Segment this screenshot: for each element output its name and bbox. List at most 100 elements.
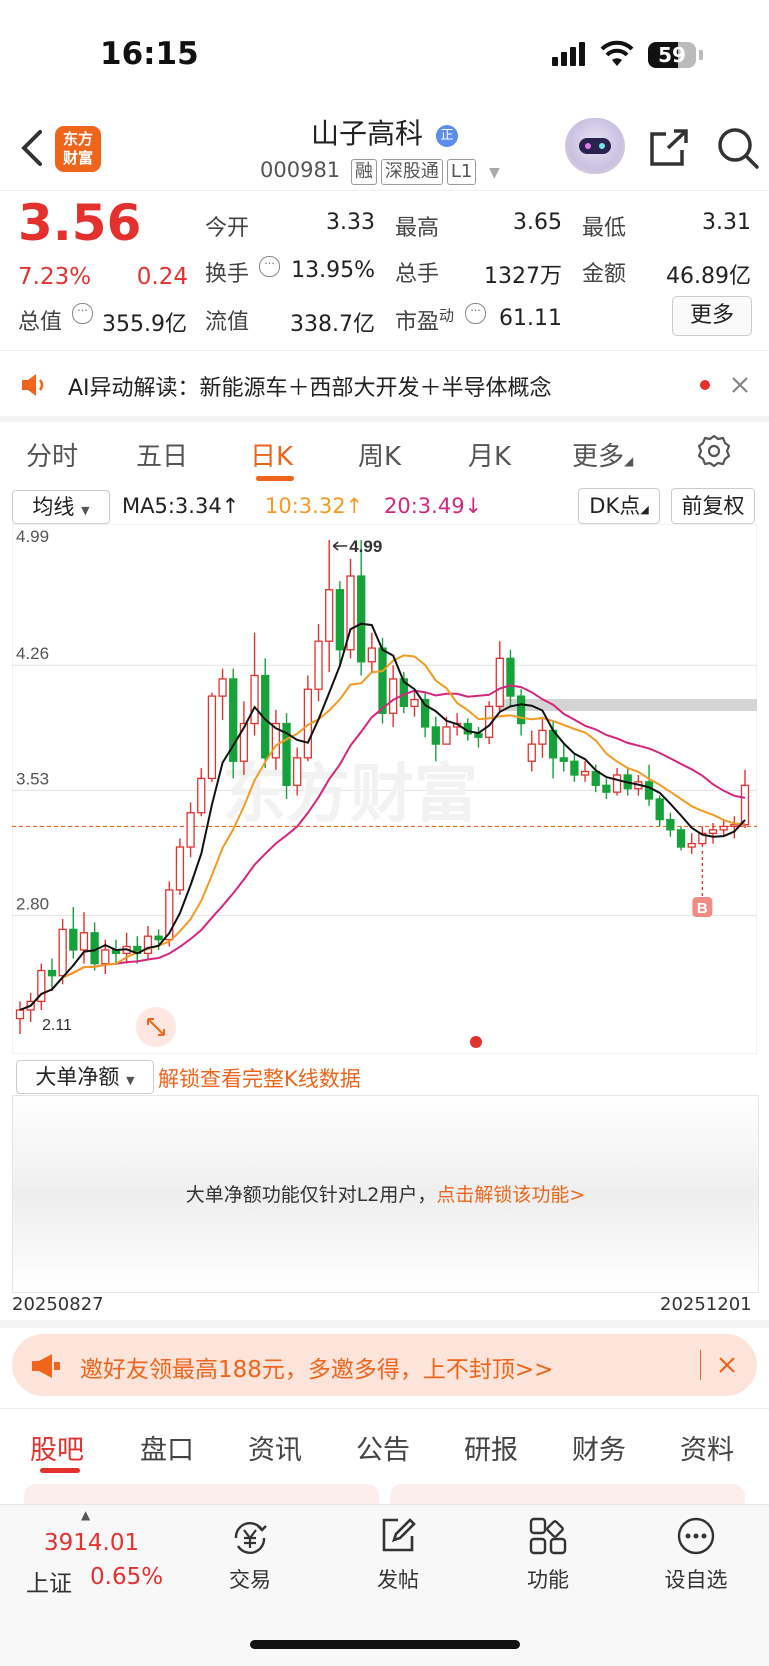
adjust-price-button[interactable]: 前复权 [671, 488, 755, 524]
tabs-top-divider [0, 1408, 769, 1409]
close-icon[interactable] [730, 375, 750, 395]
close-icon[interactable] [717, 1355, 737, 1375]
tab-research[interactable]: 研报 [464, 1428, 518, 1467]
info-icon[interactable]: ··· [72, 303, 93, 324]
candle [250, 674, 259, 725]
pe-label-text: 市盈 [395, 310, 440, 335]
candle [708, 829, 718, 834]
tab-intraday[interactable]: 分时 [26, 436, 78, 473]
candle [687, 842, 696, 848]
info-icon[interactable]: ··· [259, 256, 280, 277]
nav-function[interactable]: 功能 [508, 1564, 588, 1594]
l2-unlock-link[interactable]: 点击解锁该功能> [436, 1184, 585, 1206]
candle [378, 647, 387, 714]
kline-chart[interactable]: 东方财富 4.994.263.532.80 4.99 2.11 B [12, 524, 757, 1054]
indicator-select[interactable]: 均线 ▼ [12, 490, 110, 524]
tab-more-label: 更多 [572, 442, 625, 472]
index-expand-arrow-icon[interactable]: ▲ [81, 1508, 90, 1522]
max-price-label: 4.99 [349, 537, 382, 556]
tab-profile[interactable]: 资料 [680, 1428, 734, 1467]
battery-tip [699, 50, 703, 60]
corner-triangle-icon: ◢ [640, 503, 649, 516]
tab-5day[interactable]: 五日 [136, 436, 188, 473]
dk-point-label: DK点 [589, 494, 641, 518]
open-value: 3.33 [326, 210, 375, 235]
low-label: 最低 [582, 216, 627, 241]
tab-daily-k[interactable]: 日K [250, 436, 293, 473]
tab-more[interactable]: 更多◢ [572, 436, 633, 473]
y-tick-label: 2.80 [16, 895, 49, 914]
stock-name: 山子高科 [311, 117, 424, 150]
candle [314, 640, 323, 690]
amount-value: 46.89亿 [666, 264, 751, 289]
quote-divider [0, 350, 769, 351]
high-value: 3.65 [513, 210, 562, 235]
share-icon[interactable] [648, 128, 690, 168]
tab-pankou[interactable]: 盘口 [140, 1428, 194, 1467]
promo-banner[interactable]: 邀好友领最高188元，多邀多得，上不封顶>> [12, 1334, 757, 1396]
dropdown-arrow-icon: ▼ [126, 1074, 135, 1087]
pe-sup: 动 [439, 306, 455, 325]
candle [730, 824, 739, 828]
turnover-value: 13.95% [291, 258, 375, 283]
tab-news[interactable]: 资讯 [248, 1428, 302, 1467]
banner-divider [0, 416, 769, 422]
index-name[interactable]: 上证 [26, 1564, 72, 1598]
candle [655, 798, 664, 821]
nav-trade[interactable]: 交易 [210, 1564, 290, 1594]
function-grid-icon[interactable] [528, 1516, 568, 1556]
page-dot [470, 1036, 482, 1048]
ai-insight-text[interactable]: AI异动解读：新能源车＋西部大开发＋半导体概念 [68, 370, 552, 402]
ma20-label: 20:3.49↓ [384, 494, 483, 518]
float-cap-label: 流值 [205, 310, 250, 335]
robot-assistant-icon[interactable] [565, 118, 625, 174]
candle [538, 729, 547, 745]
more-button[interactable]: 更多 [672, 296, 752, 336]
settings-gear-icon[interactable] [697, 434, 731, 468]
search-icon[interactable] [716, 126, 760, 170]
b-marker-label: B [697, 900, 708, 917]
unlock-kline-link[interactable]: 解锁查看完整K线数据 [158, 1063, 361, 1093]
candle [516, 695, 526, 725]
tab-guba[interactable]: 股吧 [30, 1428, 84, 1467]
candle [101, 949, 110, 965]
big-order-select[interactable]: 大单净额 ▼ [16, 1060, 154, 1094]
compose-post-icon[interactable] [378, 1516, 418, 1556]
candle [559, 757, 568, 762]
candle [410, 698, 419, 708]
index-value[interactable]: 3914.01 [44, 1530, 139, 1556]
tab-finance[interactable]: 财务 [572, 1428, 626, 1467]
unread-dot [700, 380, 710, 390]
candle [58, 928, 67, 977]
big-order-panel: 大单净额功能仅针对L2用户，点击解锁该功能> [12, 1095, 759, 1293]
candle [474, 733, 483, 738]
chevron-down-icon[interactable]: ▼ [489, 165, 500, 181]
market-cap-label: 总值 [18, 310, 63, 335]
nav-add-watchlist[interactable]: 设自选 [650, 1564, 742, 1594]
candle [527, 743, 536, 762]
more-options-icon[interactable] [676, 1516, 716, 1556]
active-tab-indicator [256, 476, 294, 481]
nav-post[interactable]: 发帖 [358, 1564, 438, 1594]
candle [186, 812, 195, 848]
candle [719, 825, 728, 831]
tab-monthly-k[interactable]: 月K [468, 436, 511, 473]
candle [197, 777, 206, 814]
l2-notice: 大单净额功能仅针对L2用户，点击解锁该功能> [13, 1180, 758, 1207]
index-change[interactable]: 0.65% [90, 1564, 163, 1590]
x-end-date: 20251201 [660, 1294, 752, 1315]
min-price-label: 2.11 [42, 1017, 72, 1034]
dk-point-button[interactable]: DK点◢ [578, 488, 660, 524]
tab-weekly-k[interactable]: 周K [358, 436, 401, 473]
trade-yen-icon[interactable] [228, 1518, 272, 1558]
verified-badge-text: 正 [440, 128, 454, 143]
tab-announcements[interactable]: 公告 [356, 1428, 410, 1467]
cell-signal-icon [552, 42, 588, 66]
amount-label: 金额 [582, 262, 627, 287]
pe-label: 市盈动 [395, 304, 454, 336]
pressure-zone [498, 699, 757, 711]
candle [325, 589, 334, 642]
l2-notice-text: 大单净额功能仅针对L2用户， [185, 1184, 437, 1206]
y-tick-label: 4.99 [16, 527, 49, 546]
change-amount: 0.24 [136, 264, 188, 290]
